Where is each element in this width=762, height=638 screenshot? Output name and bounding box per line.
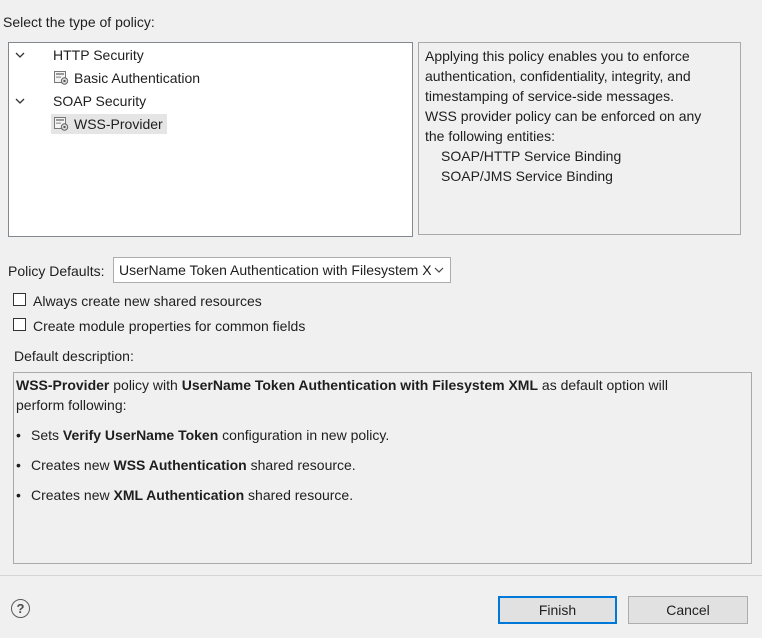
policy-name: WSS-Provider	[16, 377, 110, 393]
bullet-bold: WSS Authentication	[113, 457, 247, 473]
policy-defaults-select[interactable]: UserName Token Authentication with Files…	[113, 257, 451, 283]
info-line: the following entities:	[425, 128, 555, 144]
help-icon[interactable]: ?	[11, 599, 30, 618]
footer-separator	[0, 575, 762, 576]
tree-item-wss-provider[interactable]: WSS-Provider	[9, 114, 410, 134]
tree-item-basic-authentication[interactable]: Basic Authentication	[9, 68, 410, 88]
create-module-properties-option[interactable]: Create module properties for common fiel…	[13, 317, 353, 335]
description-bullet: • Creates new XML Authentication shared r…	[16, 485, 353, 505]
bullet-bold: XML Authentication	[113, 487, 245, 503]
description-bullet: • Sets Verify UserName Token configuratio…	[16, 425, 389, 445]
bullet-text: Sets	[31, 427, 63, 443]
default-description-label: Default description:	[14, 348, 134, 364]
checkbox-label: Always create new shared resources	[33, 293, 262, 309]
intro-text: policy with	[109, 377, 182, 393]
description-bullet: • Creates new WSS Authentication shared r…	[16, 455, 356, 475]
description-intro: WSS-Provider policy with UserName Token …	[16, 375, 749, 395]
checkbox-label: Create module properties for common fiel…	[33, 318, 306, 334]
section-title: Select the type of policy:	[3, 14, 155, 30]
policy-tree[interactable]: HTTP Security Basic Authentication SOAP …	[8, 42, 413, 237]
tree-item-label: SOAP Security	[53, 93, 147, 109]
policy-icon	[53, 70, 69, 86]
info-line: WSS provider policy can be enforced on a…	[425, 108, 702, 124]
info-line: authentication, confidentiality, integri…	[425, 68, 691, 84]
bullet-icon: •	[16, 427, 21, 443]
policy-info-panel: Applying this policy enables you to enfo…	[418, 42, 741, 235]
info-line: timestamping of service-side messages.	[425, 88, 674, 104]
finish-button[interactable]: Finish	[498, 596, 617, 624]
tree-item-label: WSS-Provider	[74, 116, 163, 132]
bullet-bold: Verify UserName Token	[62, 427, 219, 443]
tree-item-label: Basic Authentication	[74, 70, 201, 86]
bullet-icon: •	[16, 457, 21, 473]
info-entity: SOAP/JMS Service Binding	[441, 168, 613, 184]
default-option-name: UserName Token Authentication with Files…	[181, 377, 539, 393]
description-intro-line2: perform following:	[16, 397, 127, 413]
always-create-shared-resources-option[interactable]: Always create new shared resources	[13, 292, 333, 310]
bullet-icon: •	[16, 487, 21, 503]
info-line: Applying this policy enables you to enfo…	[425, 48, 690, 64]
bullet-text: Creates new	[31, 487, 114, 503]
bullet-text: Creates new	[31, 457, 114, 473]
info-entity: SOAP/HTTP Service Binding	[441, 148, 622, 164]
chevron-down-icon[interactable]	[13, 91, 27, 111]
tree-item-label: HTTP Security	[53, 47, 144, 63]
chevron-down-icon	[434, 258, 444, 282]
always-create-shared-resources-checkbox[interactable]	[13, 293, 26, 306]
policy-defaults-value: UserName Token Authentication with Files…	[119, 262, 431, 278]
policy-defaults-label: Policy Defaults:	[8, 263, 105, 279]
create-module-properties-checkbox[interactable]	[13, 318, 26, 331]
cancel-button[interactable]: Cancel	[628, 596, 748, 624]
policy-icon	[53, 116, 69, 132]
chevron-down-icon[interactable]	[13, 45, 27, 65]
tree-item-soap-security[interactable]: SOAP Security	[9, 91, 410, 111]
default-description-panel: WSS-Provider policy with UserName Token …	[13, 372, 752, 564]
bullet-text: shared resource.	[246, 457, 356, 473]
intro-text: as default option will	[538, 377, 668, 393]
tree-item-http-security[interactable]: HTTP Security	[9, 45, 410, 65]
bullet-text: shared resource.	[244, 487, 354, 503]
bullet-text: configuration in new policy.	[218, 427, 390, 443]
help-glyph: ?	[16, 601, 25, 616]
